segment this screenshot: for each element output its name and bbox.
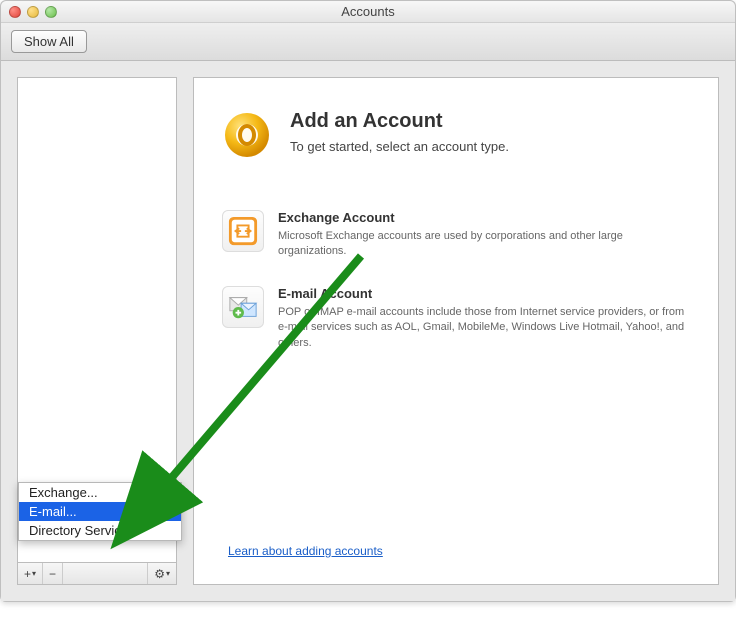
- chevron-down-icon: ▾: [166, 569, 170, 578]
- settings-button[interactable]: ⚙▾: [147, 563, 176, 584]
- content-area: Exchange... E-mail... Directory Service.…: [1, 61, 735, 601]
- remove-button[interactable]: −: [43, 563, 63, 584]
- main-panel: Add an Account To get started, select an…: [193, 77, 719, 585]
- exchange-desc: Microsoft Exchange accounts are used by …: [278, 229, 690, 260]
- learn-link[interactable]: Learn about adding accounts: [222, 544, 690, 564]
- titlebar: Accounts: [1, 1, 735, 23]
- minus-icon: −: [49, 567, 56, 581]
- zoom-icon[interactable]: [45, 6, 57, 18]
- close-icon[interactable]: [9, 6, 21, 18]
- email-account-option[interactable]: E-mail Account POP or IMAP e-mail accoun…: [222, 286, 690, 351]
- window-title: Accounts: [1, 4, 735, 19]
- outlook-icon: [222, 110, 272, 160]
- exchange-title: Exchange Account: [278, 210, 690, 225]
- add-account-popup: Exchange... E-mail... Directory Service.…: [18, 482, 182, 541]
- popup-item-email[interactable]: E-mail...: [19, 502, 181, 521]
- header-text: Add an Account To get started, select an…: [290, 110, 509, 160]
- popup-item-exchange[interactable]: Exchange...: [19, 483, 181, 502]
- traffic-lights: [1, 6, 57, 18]
- minimize-icon[interactable]: [27, 6, 39, 18]
- exchange-account-option[interactable]: Exchange Account Microsoft Exchange acco…: [222, 210, 690, 260]
- exchange-icon: [222, 210, 264, 252]
- sidebar: Exchange... E-mail... Directory Service.…: [17, 77, 177, 585]
- sidebar-bottom-bar: +▾ − ⚙▾: [18, 562, 176, 584]
- exchange-text: Exchange Account Microsoft Exchange acco…: [278, 210, 690, 260]
- email-icon: [222, 286, 264, 328]
- add-button[interactable]: +▾: [18, 563, 43, 584]
- page-title: Add an Account: [290, 110, 509, 133]
- chevron-down-icon: ▾: [32, 569, 36, 578]
- show-all-button[interactable]: Show All: [11, 30, 87, 53]
- email-desc: POP or IMAP e-mail accounts include thos…: [278, 305, 690, 351]
- header-row: Add an Account To get started, select an…: [222, 110, 690, 160]
- plus-icon: +: [24, 567, 31, 581]
- gear-icon: ⚙: [154, 567, 165, 581]
- email-title: E-mail Account: [278, 286, 690, 301]
- email-text: E-mail Account POP or IMAP e-mail accoun…: [278, 286, 690, 351]
- popup-item-directory-service[interactable]: Directory Service...: [19, 521, 181, 540]
- page-subtitle: To get started, select an account type.: [290, 139, 509, 154]
- account-list[interactable]: Exchange... E-mail... Directory Service.…: [18, 78, 176, 562]
- accounts-window: Accounts Show All Exchange... E-mail... …: [0, 0, 736, 602]
- toolbar: Show All: [1, 23, 735, 61]
